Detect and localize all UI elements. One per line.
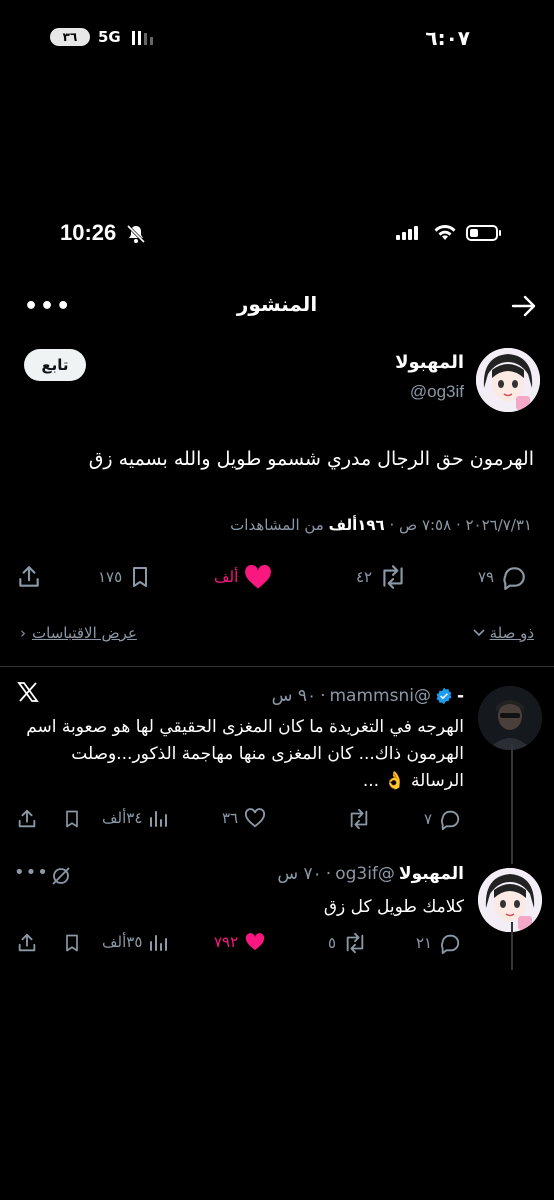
follow-button[interactable]: تابع — [24, 349, 86, 381]
reply-header: - @mammsni · ٩٠ س — [272, 686, 464, 706]
sort-label: ذو صلة — [489, 624, 534, 642]
post-meta: ٢٠٢٦/٧/٣١ · ٧:٥٨ ص · ١٩٦ألف من المشاهدات — [230, 516, 532, 534]
page-title: المنشور — [236, 292, 318, 316]
outer-status-bar: ٣٦ 5G ٦:٠٧ — [0, 0, 554, 80]
repost-button[interactable]: ٤٢ — [356, 564, 408, 590]
sort-dropdown[interactable]: ذو صلة — [472, 624, 534, 642]
reply-icon — [503, 567, 525, 590]
chevron-left-icon: ‹ — [20, 624, 26, 642]
reply-handle[interactable]: @mammsni — [329, 686, 430, 706]
ios-battery-icon — [466, 225, 501, 241]
repost-icon — [350, 808, 368, 830]
reply-icon — [441, 810, 460, 830]
reply-more-icon[interactable]: ••• — [14, 862, 49, 883]
grok-icon[interactable] — [50, 865, 72, 887]
reply-button[interactable]: ٧٩ — [478, 564, 528, 590]
views-chart-icon — [150, 935, 168, 951]
reply-like-count: ٣٦ — [222, 809, 239, 827]
share-icon — [18, 809, 36, 828]
author-avatar[interactable] — [476, 348, 540, 412]
separator: · — [320, 686, 326, 706]
reply-avatar[interactable] — [478, 868, 542, 932]
ios-signal-icon — [396, 226, 418, 240]
heart-icon — [245, 808, 266, 828]
reply-author-name[interactable]: - — [457, 686, 464, 706]
outer-network-label: 5G — [98, 28, 121, 46]
reply-count: ٧٩ — [478, 568, 495, 586]
chevron-down-icon — [472, 629, 485, 637]
ios-clock: 10:26 — [60, 220, 117, 245]
thread-line — [511, 922, 513, 970]
bell-muted-icon — [126, 224, 146, 244]
outer-clock: ٦:٠٧ — [425, 26, 470, 50]
heart-filled-icon — [246, 933, 265, 951]
thread-line — [511, 744, 513, 864]
wifi-icon — [434, 225, 456, 240]
bookmark-icon — [133, 567, 148, 587]
verified-badge-icon — [436, 687, 452, 705]
reply-time: ٩٠ س — [271, 686, 317, 706]
separator: · — [325, 864, 332, 884]
author-name[interactable]: المهبولا — [395, 352, 464, 373]
reply-icon — [441, 934, 460, 954]
share-icon — [18, 933, 36, 952]
divider — [0, 666, 554, 667]
reply-like-count: ٧٩٢ — [214, 933, 239, 951]
bookmark-button[interactable]: ١٧٥ — [98, 564, 152, 590]
reply-time: ٧٠ س — [277, 864, 322, 884]
anime-avatar-icon — [476, 348, 540, 412]
reply-reply-count: ٧ — [424, 810, 433, 828]
reply-repost-button[interactable]: ٥ — [328, 932, 368, 954]
outer-battery-indicator: ٣٦ — [50, 28, 90, 46]
views-chart-icon — [150, 811, 168, 827]
share-icon — [19, 566, 39, 587]
reply-views-count: ٣٥ألف — [102, 933, 143, 951]
reply-bookmark-button[interactable] — [62, 932, 82, 954]
post-views-count[interactable]: ١٩٦ألف — [329, 516, 385, 534]
bookmark-icon — [66, 810, 78, 828]
heart-filled-icon — [245, 564, 272, 589]
reply-repost-count: ٥ — [328, 934, 337, 952]
share-button[interactable] — [16, 564, 42, 590]
reply-text: الهرجه في التغريدة ما كان المغزى الحقيقي… — [26, 717, 464, 791]
reply-header: المهبولا @og3if · ٧٠ س — [277, 864, 464, 884]
reply-author-name[interactable]: المهبولا — [399, 864, 464, 884]
repost-count: ٤٢ — [356, 568, 373, 586]
post-views-label: من المشاهدات — [230, 516, 329, 534]
view-quotes-label: عرض الاقتباسات — [32, 624, 137, 642]
reply-reply-count: ٢١ — [416, 934, 433, 952]
reply-text: كلامك طويل كل زق — [323, 897, 464, 917]
reply-share-button[interactable] — [16, 932, 38, 954]
repost-icon — [346, 932, 364, 954]
post-text: الهرمون حق الرجال مدري شسمو طويل والله ب… — [88, 448, 534, 470]
reply-avatar[interactable] — [478, 686, 542, 750]
reply-bookmark-button[interactable] — [62, 808, 82, 830]
anime-avatar-icon — [478, 868, 542, 932]
like-button[interactable]: ألف — [214, 564, 272, 590]
x-logo-icon[interactable] — [16, 680, 40, 704]
reply-repost-button[interactable] — [340, 808, 372, 830]
reply-views-count: ٣٤ألف — [102, 809, 143, 827]
profile-photo-icon — [478, 686, 542, 750]
reply-reply-button[interactable]: ٢١ — [416, 932, 462, 954]
reply-share-button[interactable] — [16, 808, 38, 830]
more-options-icon[interactable]: ••• — [24, 294, 72, 319]
view-quotes-link[interactable]: عرض الاقتباسات ‹ — [20, 624, 137, 642]
author-handle[interactable]: @og3if — [410, 382, 464, 402]
bookmark-count: ١٧٥ — [98, 568, 123, 586]
outer-signal-icon — [132, 29, 153, 45]
reply-like-button[interactable]: ٣٦ — [222, 808, 266, 828]
reply-reply-button[interactable]: ٧ — [424, 808, 462, 830]
like-count: ألف — [214, 568, 239, 586]
reply-like-button[interactable]: ٧٩٢ — [214, 932, 266, 952]
reply-views[interactable]: ٣٥ألف — [102, 932, 168, 952]
post-date: ٢٠٢٦/٧/٣١ · ٧:٥٨ ص · — [384, 516, 532, 534]
bookmark-icon — [66, 934, 78, 952]
screenshot-frame: 10:26 المنشور ••• المهبولا @og3if تابع ا… — [0, 190, 554, 1200]
reply-handle[interactable]: @og3if — [335, 864, 395, 884]
reply-views[interactable]: ٣٤ألف — [102, 808, 168, 828]
repost-icon — [383, 565, 403, 589]
